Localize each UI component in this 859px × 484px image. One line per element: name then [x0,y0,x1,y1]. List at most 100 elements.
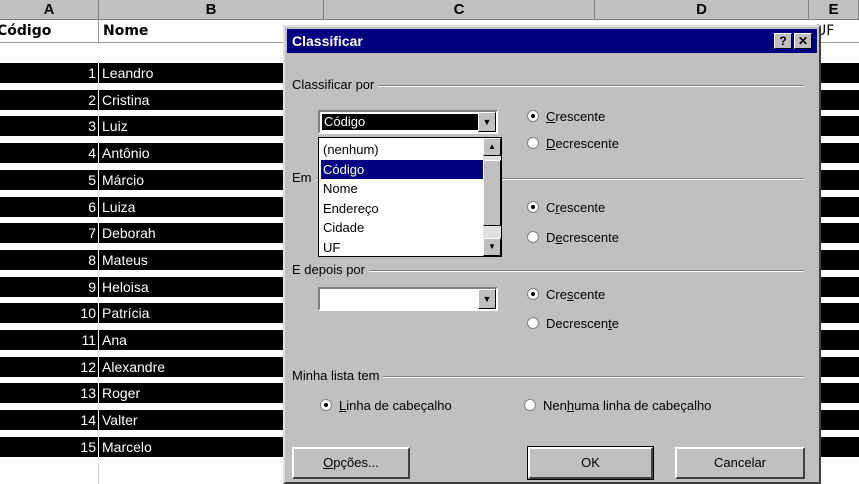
cell-codigo[interactable]: 7 [0,223,96,243]
cell-codigo[interactable]: 13 [0,383,96,403]
radio-header-row[interactable]: Linha de cabeçalho [320,398,452,414]
radio-ascending-3[interactable]: Crescente [527,287,605,303]
cell-codigo[interactable]: 15 [0,437,96,457]
cell-nome[interactable]: Deborah [102,223,156,243]
sort-by-dropdown-list[interactable]: (nenhum) Código Nome Endereço Cidade UF ▲ ▼ [318,137,502,257]
radio-empty-icon [527,231,539,243]
cell-codigo[interactable]: 1 [0,63,96,83]
and-then-by-combo[interactable]: ▼ [318,287,498,311]
radio-selected-icon [527,201,539,213]
and-then-by-value [322,291,326,307]
dropdown-option[interactable]: Endereço [321,199,483,218]
cell-codigo[interactable]: 5 [0,170,96,190]
label-key: C [546,109,556,124]
group-label-then-by: Em [292,170,316,186]
dropdown-arrow-icon[interactable]: ▼ [478,289,496,309]
label-post: inha de cabeçalho [346,398,452,413]
radio-ascending-2[interactable]: Crescente [527,200,605,216]
dropdown-option[interactable]: UF [321,238,483,257]
ok-button[interactable]: OK [527,446,654,480]
dropdown-scrollbar[interactable]: ▲ ▼ [483,138,501,256]
close-button[interactable]: ✕ [794,33,812,49]
label-post: escente [559,200,606,215]
cell-nome[interactable]: Ana [102,330,127,350]
cell-nome[interactable]: Valter [102,410,138,430]
label-pre: Decrescen [546,316,609,331]
grid-line [98,249,99,270]
grid-line [98,383,99,404]
dropdown-option[interactable]: Cidade [321,218,483,237]
radio-ascending-1[interactable]: Crescente [527,109,605,125]
options-rest: pções... [333,455,379,470]
cell-nome[interactable]: Cristina [102,90,149,110]
cell-codigo[interactable]: 3 [0,116,96,136]
label-post: rescente [555,109,606,124]
group-label-and-then-by: E depois por [292,262,369,278]
cell-codigo[interactable]: 2 [0,90,96,110]
radio-selected-icon [527,288,539,300]
scroll-up-icon[interactable]: ▲ [483,138,501,156]
cell-nome[interactable]: Márcio [102,170,144,190]
radio-selected-icon [320,399,332,411]
label-key: e [555,230,563,245]
dropdown-option[interactable]: Nome [321,179,483,198]
sort-by-combo[interactable]: Código ▼ [318,110,498,134]
dialog-title: Classificar [292,33,363,49]
dropdown-arrow-icon[interactable]: ▼ [478,112,496,132]
cell-codigo[interactable]: 4 [0,143,96,163]
radio-empty-icon [527,317,539,329]
scroll-thumb[interactable] [483,160,501,226]
header-cell-codigo[interactable]: Código [0,20,99,43]
radio-empty-icon [524,399,536,411]
label-pre: C [546,200,556,215]
label-key: D [546,136,556,151]
column-header-b[interactable]: B [99,0,324,20]
grid-line [98,330,99,350]
cell-nome[interactable]: Alexandre [102,357,165,377]
radio-descending-1[interactable]: Decrescente [527,136,619,152]
cell-nome[interactable]: Heloisa [102,277,149,297]
label-post: cente [573,287,606,302]
label-pre: Nen [543,398,567,413]
scroll-down-icon[interactable]: ▼ [483,238,501,256]
grid-line [98,410,99,431]
header-codigo-text: Código [0,23,52,39]
header-nome-text: Nome [103,23,149,39]
dropdown-option[interactable]: Código [321,159,483,179]
cell-nome[interactable]: Mateus [102,250,148,270]
label-key: h [566,398,575,413]
label-pre: Cre [546,287,567,302]
column-header-e[interactable]: E [809,0,859,20]
cell-codigo[interactable]: 10 [0,303,96,323]
cell-codigo[interactable]: 14 [0,410,96,430]
column-header-a[interactable]: A [0,0,99,20]
cell-codigo[interactable]: 12 [0,357,96,377]
cell-codigo[interactable]: 6 [0,197,96,217]
radio-selected-icon [527,110,539,122]
cancel-button[interactable]: Cancelar [675,447,805,479]
dialog-titlebar[interactable]: Classificar ? ✕ [287,29,817,53]
radio-descending-3[interactable]: Decrescente [527,316,619,332]
cell-nome[interactable]: Antônio [102,143,149,163]
group-label-sort-by: Classificar por [292,77,379,93]
cell-nome[interactable]: Roger [102,383,140,403]
group-label-my-list-has: Minha lista tem [292,368,384,384]
grid-line [98,169,99,190]
column-header-d[interactable]: D [595,0,809,20]
grid-line [98,356,99,377]
help-button[interactable]: ? [774,33,792,49]
cell-codigo[interactable]: 8 [0,250,96,270]
radio-no-header-row[interactable]: Nenhuma linha de cabeçalho [524,398,711,414]
cell-codigo[interactable]: 11 [0,330,96,350]
cell-nome[interactable]: Marcelo [102,437,152,457]
cell-nome[interactable]: Luiza [102,197,135,217]
options-button[interactable]: Opções... [292,447,410,479]
cell-nome[interactable]: Luiz [102,116,128,136]
column-header-c[interactable]: C [324,0,595,20]
cell-codigo[interactable]: 9 [0,277,96,297]
grid-line [98,223,99,244]
cell-nome[interactable]: Patrícia [102,303,149,323]
radio-descending-2[interactable]: Decrescente [527,230,619,246]
cell-nome[interactable]: Leandro [102,63,153,83]
dropdown-option[interactable]: (nenhum) [321,140,483,159]
